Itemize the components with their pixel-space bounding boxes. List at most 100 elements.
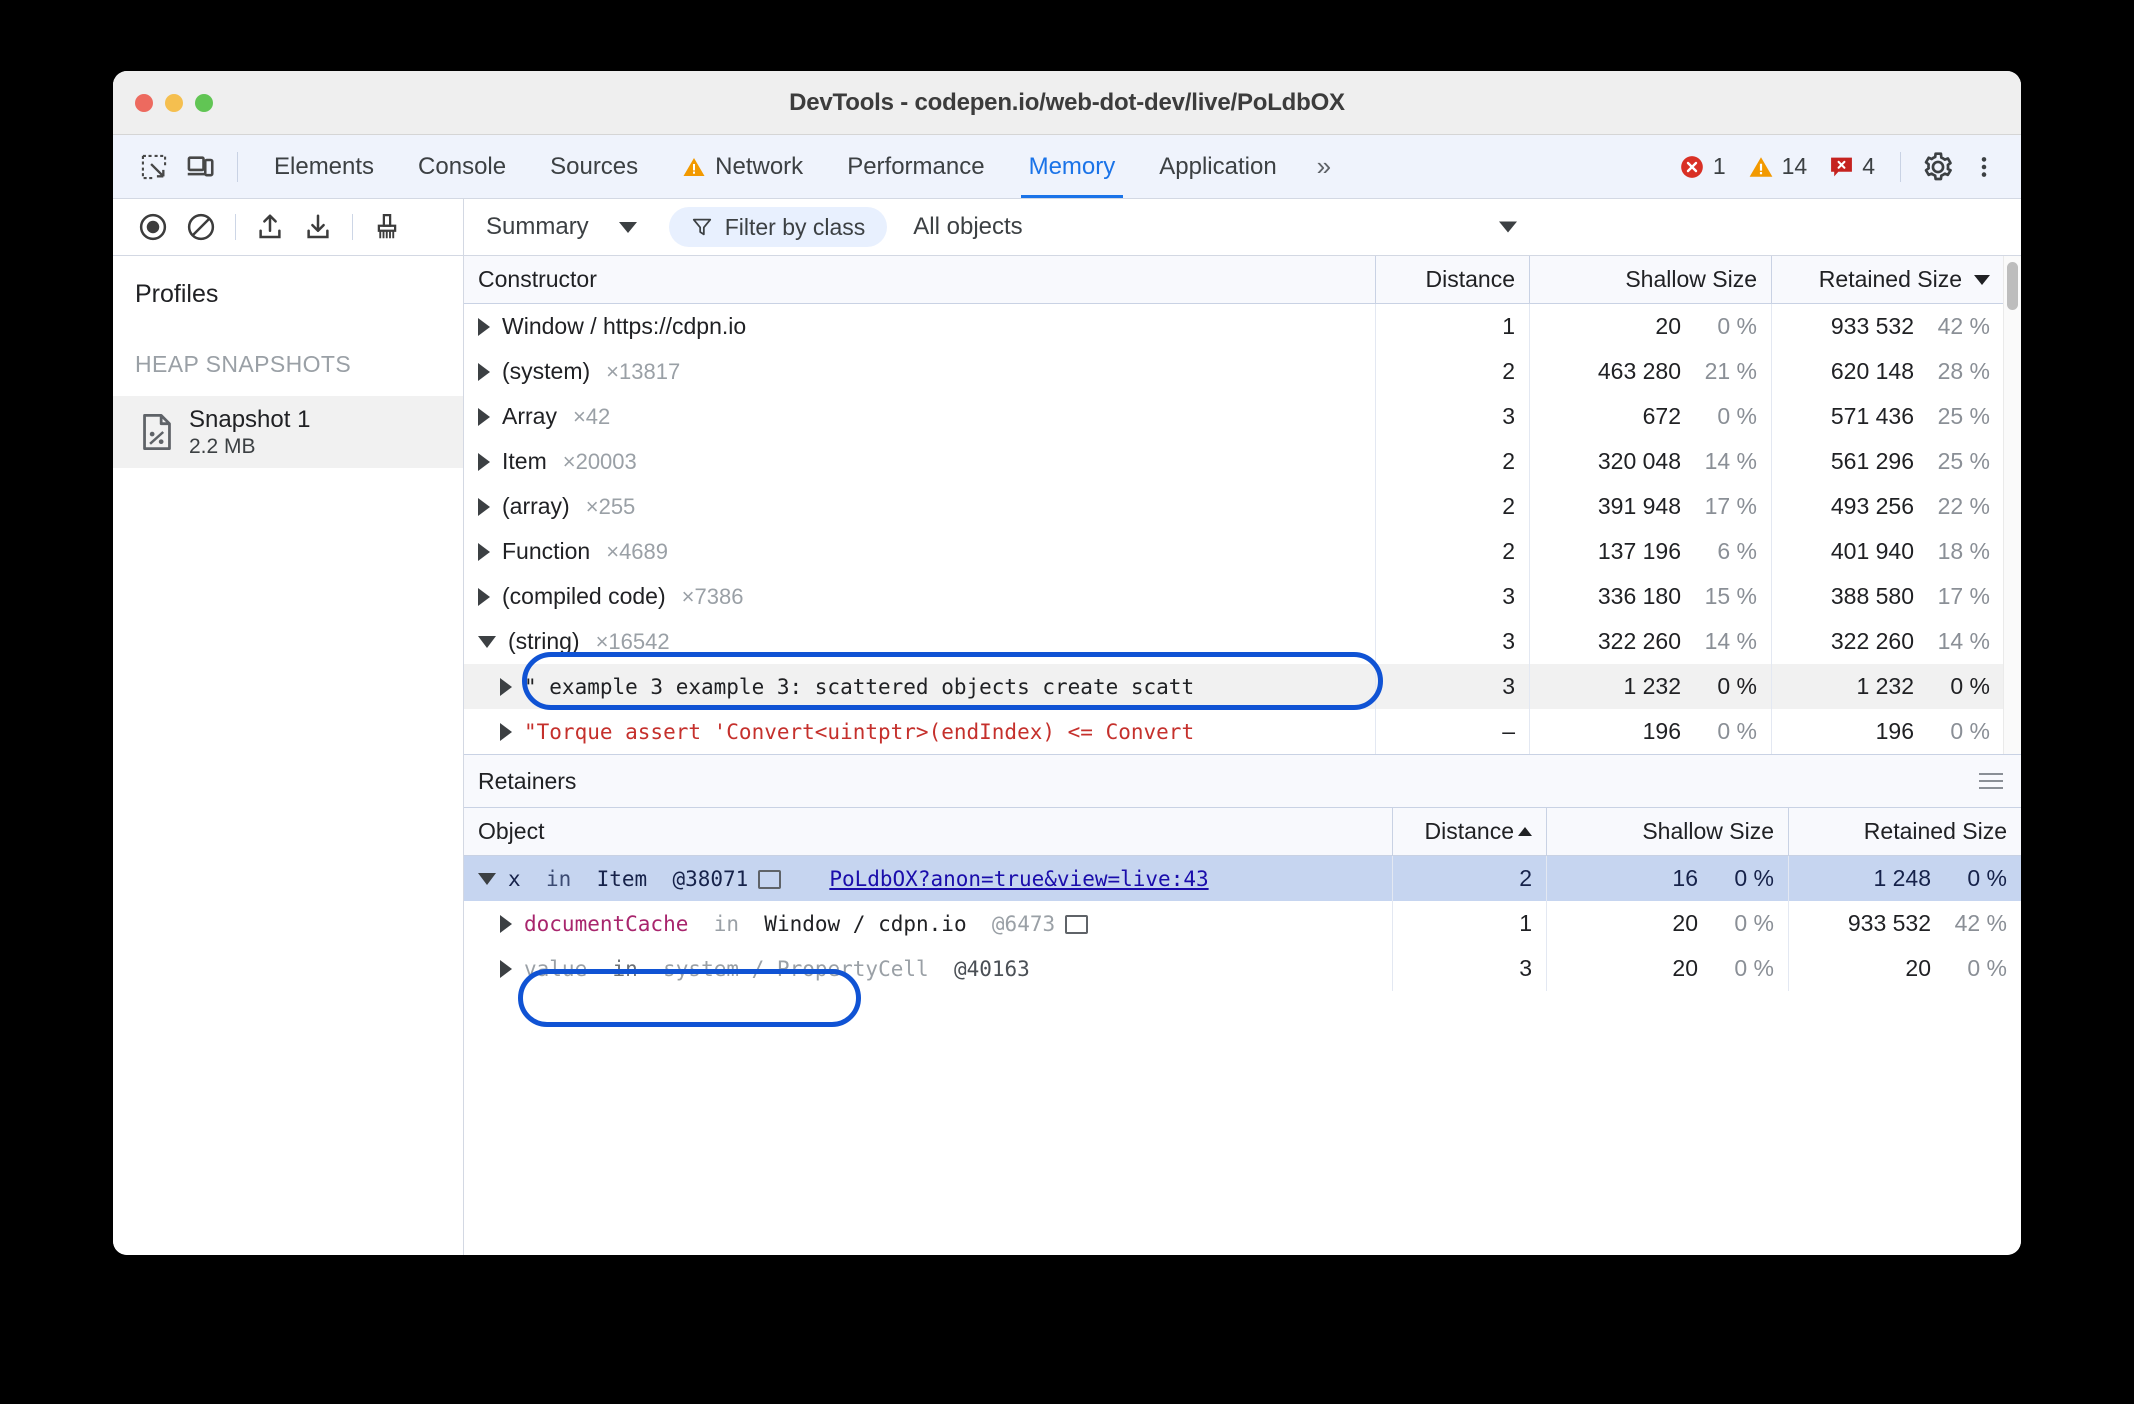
column-header-shallow-size[interactable]: Shallow Size — [1530, 256, 1772, 303]
minimize-button[interactable] — [165, 93, 183, 112]
constructor-cell[interactable]: (string) ×16542 — [464, 619, 1376, 664]
shallow-size-cell: 1 232 0 % — [1530, 664, 1772, 709]
device-toolbar-icon[interactable] — [177, 144, 223, 190]
hamburger-menu-icon[interactable] — [1979, 773, 2003, 789]
expand-triangle-icon[interactable] — [478, 497, 490, 516]
gear-icon[interactable] — [1915, 144, 1961, 190]
tab-console[interactable]: Console — [396, 135, 528, 198]
collect-garbage-icon[interactable] — [363, 205, 411, 249]
tab-application[interactable]: Application — [1137, 135, 1298, 198]
constructor-cell[interactable]: Window / https://cdpn.io — [464, 304, 1376, 349]
table-row[interactable]: Item ×20003 2 320 048 14 % 561 296 25 % — [464, 439, 2021, 484]
clear-icon[interactable] — [177, 205, 225, 249]
retained-size-pct: 22 % — [1937, 493, 1990, 519]
issues-counter[interactable]: 4 — [1818, 153, 1886, 180]
object-cell[interactable]: x in Item @38071 PoLdbOX?anon=true&view=… — [464, 856, 1393, 901]
load-profile-icon[interactable] — [246, 205, 294, 249]
retained-size-value: 493 256 — [1830, 493, 1914, 519]
constructor-cell[interactable]: Array ×42 — [464, 394, 1376, 439]
retainer-owner: Window / cdpn.io — [764, 911, 967, 936]
constructor-cell[interactable]: "Torque assert 'Convert<uintptr>(endInde… — [464, 709, 1376, 754]
expand-triangle-icon[interactable] — [500, 722, 512, 741]
error-counter[interactable]: 1 — [1668, 153, 1737, 180]
objects-select-chevron-down-icon[interactable] — [1499, 221, 1517, 233]
retainers-section-header: Retainers — [464, 754, 2021, 808]
table-row[interactable]: Window / https://cdpn.io 1 20 0 % 933 53… — [464, 304, 2021, 349]
object-cell[interactable]: value in system / PropertyCell @40163 — [464, 946, 1393, 991]
expand-triangle-icon[interactable] — [500, 677, 512, 696]
constructor-cell[interactable]: (compiled code) ×7386 — [464, 574, 1376, 619]
shallow-size-cell: 322 260 14 % — [1530, 619, 1772, 664]
constructor-cell[interactable]: Function ×4689 — [464, 529, 1376, 574]
tab-elements[interactable]: Elements — [252, 135, 396, 198]
constructors-scrollbar-thumb[interactable] — [2007, 262, 2018, 310]
window-controls[interactable] — [135, 93, 213, 112]
retained-size-cell: 20 0 % — [1789, 946, 2021, 991]
expand-triangle-icon[interactable] — [478, 587, 490, 606]
table-row[interactable]: Function ×4689 2 137 196 6 % 401 940 18 … — [464, 529, 2021, 574]
zoom-button[interactable] — [195, 93, 213, 112]
table-row[interactable]: (string) ×16542 3 322 260 14 % 322 260 1… — [464, 619, 2021, 664]
save-profile-icon[interactable] — [294, 205, 342, 249]
table-row[interactable]: value in system / PropertyCell @40163 3 … — [464, 946, 2021, 991]
expand-triangle-icon[interactable] — [500, 914, 512, 933]
tab-performance[interactable]: Performance — [825, 135, 1006, 198]
warning-counter[interactable]: 14 — [1737, 153, 1819, 180]
constructor-cell[interactable]: Item ×20003 — [464, 439, 1376, 484]
issues-count: 4 — [1862, 153, 1875, 179]
retainer-owner: Item — [596, 866, 648, 891]
column-header-retainers-retained-size[interactable]: Retained Size — [1789, 808, 2021, 855]
retainer-in-word: in — [612, 956, 638, 981]
column-header-retainers-distance[interactable]: Distance — [1393, 808, 1547, 855]
table-row[interactable]: Array ×42 3 672 0 % 571 436 25 % — [464, 394, 2021, 439]
kebab-menu-icon[interactable] — [1961, 144, 2007, 190]
tab-sources[interactable]: Sources — [528, 135, 660, 198]
shallow-size-value: 320 048 — [1597, 448, 1681, 474]
constructors-scrollbar[interactable] — [2003, 256, 2021, 754]
retained-size-cell: 388 580 17 % — [1772, 574, 2004, 619]
expand-triangle-icon[interactable] — [500, 959, 512, 978]
retained-size-value: 196 — [1875, 718, 1914, 744]
inspect-element-icon[interactable] — [131, 144, 177, 190]
expand-triangle-icon[interactable] — [478, 407, 490, 426]
column-header-retained-size[interactable]: Retained Size — [1772, 256, 2004, 303]
record-heap-snapshot-icon[interactable] — [129, 205, 177, 249]
retained-size-value: 1 248 — [1873, 865, 1931, 891]
constructor-name: Function — [502, 538, 591, 564]
expand-triangle-icon[interactable] — [478, 542, 490, 561]
tab-memory[interactable]: Memory — [1007, 135, 1138, 198]
table-row[interactable]: "Torque assert 'Convert<uintptr>(endInde… — [464, 709, 2021, 754]
tab-sources-label: Sources — [550, 152, 639, 180]
table-row[interactable]: x in Item @38071 PoLdbOX?anon=true&view=… — [464, 856, 2021, 901]
expand-triangle-icon[interactable] — [478, 452, 490, 471]
table-row[interactable]: (array) ×255 2 391 948 17 % 493 256 22 % — [464, 484, 2021, 529]
expand-triangle-icon[interactable] — [478, 362, 490, 381]
column-header-retainers-shallow-size[interactable]: Shallow Size — [1547, 808, 1789, 855]
more-tabs-icon[interactable]: » — [1299, 151, 1345, 182]
table-row[interactable]: " example 3 example 3: scattered objects… — [464, 664, 2021, 709]
constructor-cell[interactable]: (array) ×255 — [464, 484, 1376, 529]
tab-network[interactable]: Network — [660, 135, 825, 198]
close-button[interactable] — [135, 93, 153, 112]
sort-descending-icon — [1974, 274, 1990, 285]
collapse-triangle-icon[interactable] — [478, 635, 496, 648]
table-row[interactable]: (compiled code) ×7386 3 336 180 15 % 388… — [464, 574, 2021, 619]
view-select[interactable]: Summary — [486, 213, 645, 241]
column-header-constructor[interactable]: Constructor — [464, 256, 1376, 303]
source-location-link[interactable]: PoLdbOX?anon=true&view=live:43 — [829, 867, 1208, 891]
constructor-cell[interactable]: " example 3 example 3: scattered objects… — [464, 664, 1376, 709]
expand-triangle-icon[interactable] — [478, 317, 490, 336]
constructor-cell[interactable]: (system) ×13817 — [464, 349, 1376, 394]
collapse-triangle-icon[interactable] — [478, 872, 496, 885]
column-header-object[interactable]: Object — [464, 808, 1393, 855]
table-row[interactable]: documentCache in Window / cdpn.io @6473 … — [464, 901, 2021, 946]
object-cell[interactable]: documentCache in Window / cdpn.io @6473 — [464, 901, 1393, 946]
sidebar-item-snapshot-1[interactable]: Snapshot 1 2.2 MB — [113, 396, 463, 468]
filter-by-class-input[interactable]: Filter by class — [668, 207, 888, 247]
constructor-name: (array) — [502, 493, 570, 519]
objects-select-value[interactable]: All objects — [913, 213, 1022, 241]
snapshot-labels: Snapshot 1 2.2 MB — [189, 405, 310, 460]
table-row[interactable]: (system) ×13817 2 463 280 21 % 620 148 2… — [464, 349, 2021, 394]
column-header-distance[interactable]: Distance — [1376, 256, 1530, 303]
retainer-label: value in system / PropertyCell @40163 — [524, 957, 1030, 981]
